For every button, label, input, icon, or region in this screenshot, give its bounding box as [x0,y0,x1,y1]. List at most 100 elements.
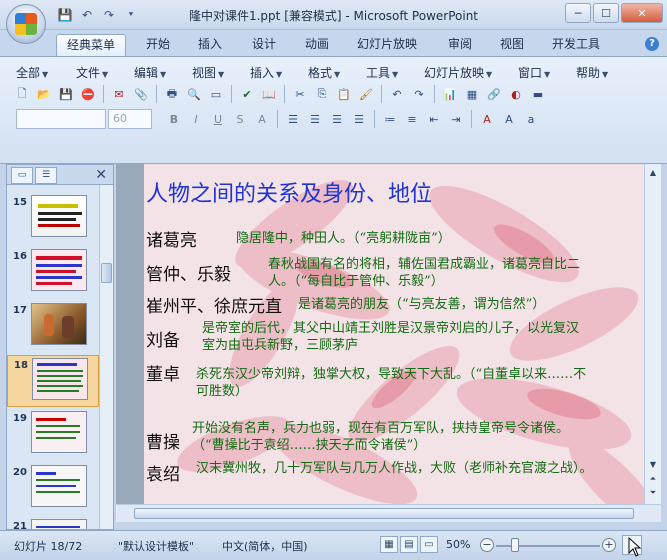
page-setup-icon[interactable]: ▭ [206,84,226,104]
paste-icon[interactable]: 📋 [334,84,354,104]
shadow-icon[interactable]: S [230,109,250,129]
tab-classic-menu[interactable]: 经典菜单 [56,34,126,56]
research-icon[interactable]: 📖 [259,84,279,104]
menu-slide-show[interactable]: 幻灯片放映 ▼ [424,64,492,81]
numbering-icon[interactable]: ≔ [380,109,400,129]
tab-design[interactable]: 设计 [244,34,284,56]
grow-font-icon[interactable]: A [499,109,519,129]
print-icon[interactable]: 🖶 [162,84,182,104]
thumbnail-image [31,303,87,345]
pane-scroll-thumb[interactable] [101,263,112,283]
attach-icon[interactable]: 📎 [131,84,151,104]
tab-developer[interactable]: 开发工具 [544,34,608,56]
slide-thumbnail[interactable]: 15 [7,193,99,245]
decrease-indent-icon[interactable]: ⇤ [424,109,444,129]
menu-tools[interactable]: 工具 ▼ [366,64,398,81]
font-color-icon[interactable]: A [477,109,497,129]
menu-insert[interactable]: 插入 ▼ [250,64,282,81]
slide-thumbnail-selected[interactable]: 18 [7,355,99,407]
font-size-field[interactable]: 60 [108,109,152,129]
tab-insert[interactable]: 插入 [190,34,230,56]
menu-format[interactable]: 格式 ▼ [308,64,340,81]
close-pane-icon[interactable]: ✕ [95,167,107,183]
menu-window[interactable]: 窗口 ▼ [518,64,550,81]
bullets-icon[interactable]: ≡ [402,109,422,129]
menu-view[interactable]: 视图 ▼ [192,64,224,81]
close-button[interactable]: ✕ [621,3,663,23]
underline-icon[interactable]: U [208,109,228,129]
separator [381,85,382,103]
tab-view[interactable]: 视图 [492,34,532,56]
open-icon[interactable]: 📂 [34,84,54,104]
design-template-name: "默认设计模板" [118,540,195,553]
copy-icon[interactable]: ⎘ [312,84,332,104]
next-slide-icon[interactable]: ⏷ [646,486,660,500]
normal-view-icon[interactable]: ▦ [380,536,398,553]
spelling-icon[interactable]: ✔ [237,84,257,104]
table-icon[interactable]: ▦ [462,84,482,104]
minimize-button[interactable]: ─ [565,3,591,23]
help-icon[interactable]: ? [645,37,659,51]
current-slide[interactable]: 人物之间的关系及身份、地位 诸葛亮 隐居隆中，种田人。（“亮躬耕陇亩”） 管仲、… [144,164,644,504]
zoom-slider-thumb[interactable] [510,538,519,552]
print-preview-icon[interactable]: 🔍 [184,84,204,104]
color-grayscale-icon[interactable]: ◐ [506,84,526,104]
show-formatting-icon[interactable]: ▬ [528,84,548,104]
slide-thumbnail[interactable]: 17 [7,301,99,353]
separator [103,85,104,103]
chart-icon[interactable]: 📊 [440,84,460,104]
slide-thumbnail[interactable]: 19 [7,409,99,461]
format-painter-icon[interactable]: 🖌 [356,84,376,104]
justify-icon[interactable]: ☰ [349,109,369,129]
bold-icon[interactable]: B [164,109,184,129]
align-right-icon[interactable]: ☰ [327,109,347,129]
pane-scrollbar[interactable] [99,185,113,529]
font-grow-icon[interactable]: A [252,109,272,129]
slide-thumbnail[interactable]: 21 [7,517,99,529]
scroll-up-icon[interactable]: ▲ [646,166,660,180]
menu-file[interactable]: 文件 ▼ [76,64,108,81]
slide-thumbnail[interactable]: 20 [7,463,99,515]
menu-help[interactable]: 帮助 ▼ [576,64,608,81]
align-center-icon[interactable]: ☰ [305,109,325,129]
font-name-field[interactable] [16,109,106,129]
title-bar: 💾 ↶ ↷ ⯆ 隆中对课件1.ppt [兼容模式] - Microsoft Po… [0,0,667,30]
undo-toolbar-icon[interactable]: ↶ [387,84,407,104]
cut-icon[interactable]: ✂ [290,84,310,104]
zoom-level[interactable]: 50% [446,538,470,551]
zoom-in-icon[interactable]: + [602,538,616,552]
tab-outline[interactable]: ☰ [35,167,57,184]
permission-icon[interactable]: ⛔ [78,84,98,104]
office-button[interactable] [6,4,46,44]
horizontal-scrollbar[interactable] [116,504,661,522]
slide-number: 18 [14,360,28,371]
save-toolbar-icon[interactable]: 💾 [56,84,76,104]
tab-slides[interactable]: ▭ [11,167,33,184]
previous-slide-icon[interactable]: ⏶ [646,472,660,486]
new-icon[interactable]: 🗋 [12,84,32,104]
slide-thumbnail[interactable]: 16 [7,247,99,299]
tab-review[interactable]: 审阅 [440,34,480,56]
align-left-icon[interactable]: ☰ [283,109,303,129]
redo-toolbar-icon[interactable]: ↷ [409,84,429,104]
scroll-down-icon[interactable]: ▼ [646,458,660,472]
person-description: 是帝室的后代，其父中山靖王刘胜是汉景帝刘启的儿子，以光复汉室为由屯兵新野，三顾茅… [202,321,580,353]
maximize-button[interactable]: ☐ [593,3,619,23]
menu-all[interactable]: 全部 ▼ [16,64,48,81]
person-name: 崔州平、徐庶元直 [146,297,282,317]
tab-animations[interactable]: 动画 [297,34,337,56]
increase-indent-icon[interactable]: ⇥ [446,109,466,129]
vertical-scrollbar[interactable]: ▲ ▼ ⏶ ⏷ [644,164,661,504]
tab-slide-show[interactable]: 幻灯片放映 [352,34,422,56]
menu-edit[interactable]: 编辑 ▼ [134,64,166,81]
language-indicator[interactable]: 中文(简体，中国) [222,538,308,554]
italic-icon[interactable]: I [186,109,206,129]
slide-sorter-view-icon[interactable]: ▤ [400,536,418,553]
shrink-font-icon[interactable]: a [521,109,541,129]
tab-home[interactable]: 开始 [138,34,178,56]
email-icon[interactable]: ✉ [109,84,129,104]
horizontal-scroll-thumb[interactable] [134,508,634,519]
slide-show-view-icon[interactable]: ▭ [420,536,438,553]
zoom-out-icon[interactable]: − [480,538,494,552]
hyperlink-icon[interactable]: 🔗 [484,84,504,104]
